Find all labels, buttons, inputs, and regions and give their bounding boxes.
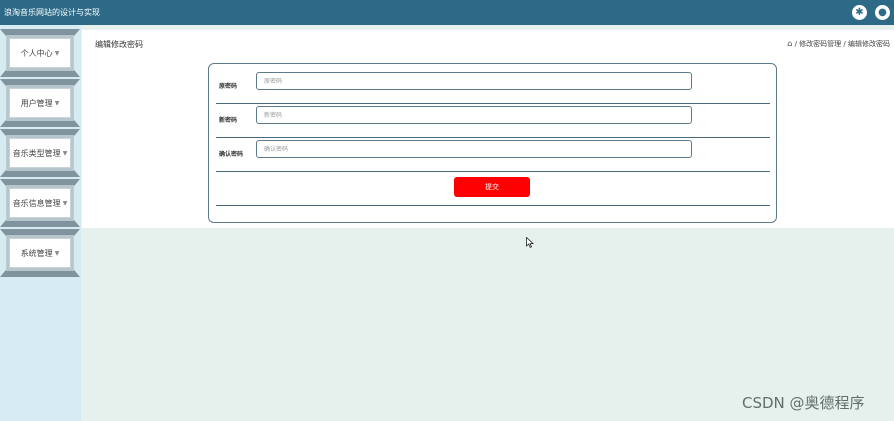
sidebar-item-label: 系统管理 xyxy=(20,248,53,258)
sidebar-item-user-management[interactable]: 用户管理 ▼ xyxy=(0,79,80,127)
form-row-confirm-password: 确认密码 xyxy=(216,135,770,172)
breadcrumb-separator: / xyxy=(843,40,846,48)
sidebar-item-label: 个人中心 xyxy=(20,48,53,58)
sidebar-item-music-type-management[interactable]: 音乐类型管理 ▼ xyxy=(0,129,80,177)
breadcrumb-separator: / xyxy=(794,40,797,48)
chevron-down-icon: ▼ xyxy=(54,249,60,257)
main-content: 编辑修改密码 ⌂ / 修改密码管理 / 编辑修改密码 原密码 新密码 确认密码 … xyxy=(82,30,894,228)
confirm-password-label: 确认密码 xyxy=(219,151,244,158)
sidebar-item-system-management[interactable]: 系统管理 ▼ xyxy=(0,229,80,277)
new-password-label: 新密码 xyxy=(219,117,238,124)
submit-button[interactable]: 提交 xyxy=(454,177,530,197)
breadcrumb-item-current: 编辑修改密码 xyxy=(848,40,890,48)
home-icon[interactable]: ⌂ xyxy=(787,39,792,48)
form-row-old-password: 原密码 xyxy=(216,67,770,104)
sidebar-item-label: 音乐信息管理 xyxy=(12,198,61,208)
sidebar: 个人中心 ▼ 用户管理 ▼ 音乐类型管理 ▼ 音乐信息管理 ▼ 系统管理 ▼ xyxy=(0,25,81,421)
mouse-cursor-icon xyxy=(526,237,534,248)
old-password-input[interactable] xyxy=(256,72,692,90)
sidebar-item-music-info-management[interactable]: 音乐信息管理 ▼ xyxy=(0,179,80,227)
page-title: 编辑修改密码 xyxy=(95,40,143,49)
breadcrumb-item[interactable]: 修改密码管理 xyxy=(799,40,841,48)
watermark: CSDN @奥德程序 xyxy=(742,394,865,412)
chevron-down-icon: ▼ xyxy=(54,99,60,107)
password-form: 原密码 新密码 确认密码 提交 xyxy=(208,63,777,223)
app-title: 浪淘音乐网站的设计与实现 xyxy=(4,8,100,17)
form-row-new-password: 新密码 xyxy=(216,101,770,138)
breadcrumb: ⌂ / 修改密码管理 / 编辑修改密码 xyxy=(787,39,890,49)
divider xyxy=(216,205,770,206)
user-icon[interactable]: ● xyxy=(875,5,890,20)
chevron-down-icon: ▼ xyxy=(62,199,68,207)
new-password-input[interactable] xyxy=(256,106,692,124)
sidebar-item-label: 用户管理 xyxy=(20,98,53,108)
settings-icon[interactable]: ✱ xyxy=(852,5,867,20)
chevron-down-icon: ▼ xyxy=(54,49,60,57)
sidebar-item-label: 音乐类型管理 xyxy=(12,148,61,158)
chevron-down-icon: ▼ xyxy=(62,149,68,157)
sidebar-item-personal-center[interactable]: 个人中心 ▼ xyxy=(0,29,80,77)
confirm-password-input[interactable] xyxy=(256,140,692,158)
top-bar: 浪淘音乐网站的设计与实现 ✱ ● xyxy=(0,0,894,25)
old-password-label: 原密码 xyxy=(219,83,238,90)
